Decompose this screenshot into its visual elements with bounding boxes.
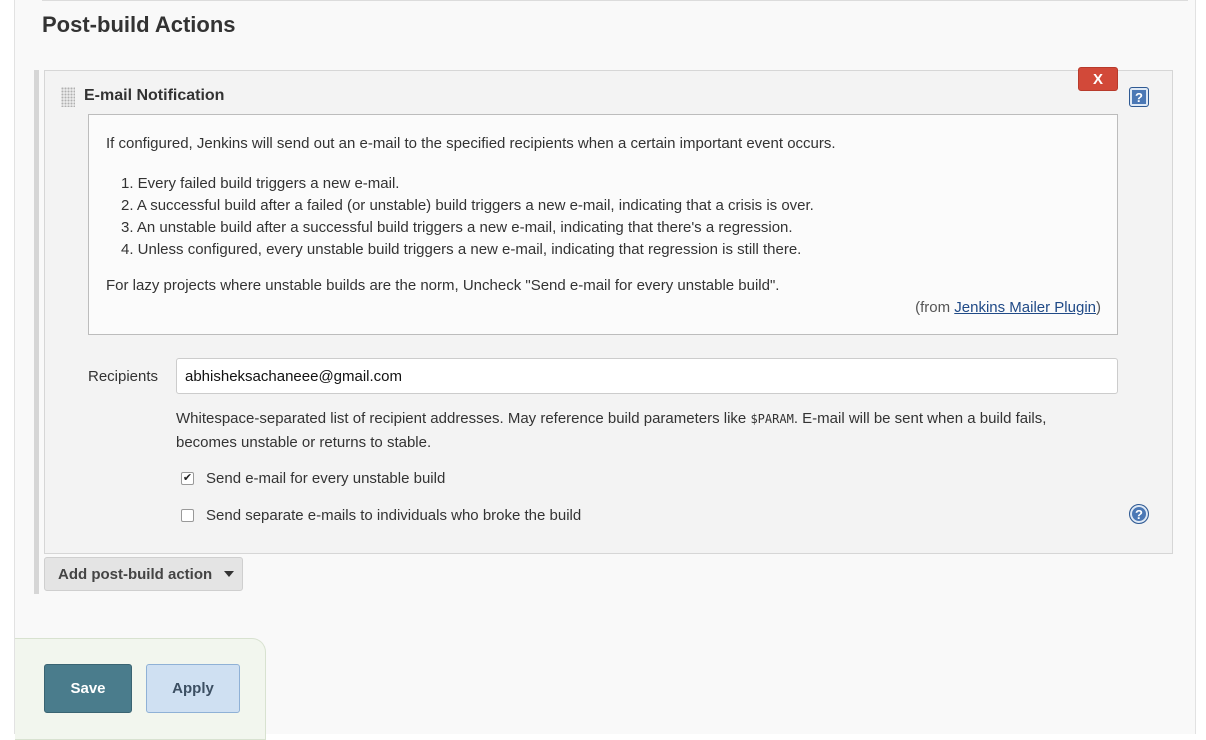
help-lazy-note: For lazy projects where unstable builds … [106, 277, 780, 294]
recipients-desc-pre: Whitespace-separated list of recipient a… [176, 410, 751, 427]
help-source: (from Jenkins Mailer Plugin) [915, 299, 1101, 316]
help-question-icon[interactable]: ? [1129, 87, 1149, 107]
individuals-checkbox[interactable] [181, 509, 194, 522]
add-action-label: Add post-build action [58, 565, 213, 583]
recipients-label: Recipients [88, 368, 159, 385]
help-list-item: 2. A successful build after a failed (or… [121, 197, 814, 214]
help-source-prefix: (from [915, 299, 955, 316]
section-indent-bar [34, 70, 39, 594]
step-title: E-mail Notification [84, 87, 225, 104]
recipients-input[interactable] [176, 358, 1118, 394]
add-post-build-action-button[interactable]: Add post-build action [44, 557, 243, 591]
help-list: 1. Every failed build triggers a new e-m… [121, 173, 814, 261]
help-panel: If configured, Jenkins will send out an … [88, 114, 1118, 335]
recipients-description: Whitespace-separated list of recipient a… [176, 407, 1106, 454]
help-list-item: 3. An unstable build after a successful … [121, 219, 793, 236]
individuals-option-label[interactable]: Send separate e-mails to individuals who… [206, 507, 581, 524]
jenkins-mailer-plugin-link[interactable]: Jenkins Mailer Plugin [954, 299, 1096, 316]
unstable-option-row: ✔ Send e-mail for every unstable build [181, 470, 445, 487]
help-list-item: 1. Every failed build triggers a new e-m… [121, 175, 400, 192]
apply-button[interactable]: Apply [146, 664, 240, 713]
param-code: $PARAM [750, 412, 794, 426]
individuals-option-row: Send separate e-mails to individuals who… [181, 507, 581, 524]
drag-handle-icon[interactable] [61, 87, 75, 107]
help-source-suffix: ) [1096, 299, 1101, 316]
help-question-icon[interactable]: ? [1129, 504, 1149, 524]
unstable-option-label[interactable]: Send e-mail for every unstable build [206, 470, 445, 487]
config-page: Post-build Actions E-mail Notification X… [14, 0, 1196, 740]
delete-step-button[interactable]: X [1078, 67, 1118, 91]
section-title: Post-build Actions [42, 12, 236, 37]
caret-down-icon [224, 571, 235, 577]
unstable-checkbox[interactable]: ✔ [181, 472, 194, 485]
top-divider [42, 0, 1188, 1]
help-list-item: 4. Unless configured, every unstable bui… [121, 241, 802, 258]
save-button[interactable]: Save [44, 664, 132, 713]
help-intro: If configured, Jenkins will send out an … [106, 135, 836, 152]
